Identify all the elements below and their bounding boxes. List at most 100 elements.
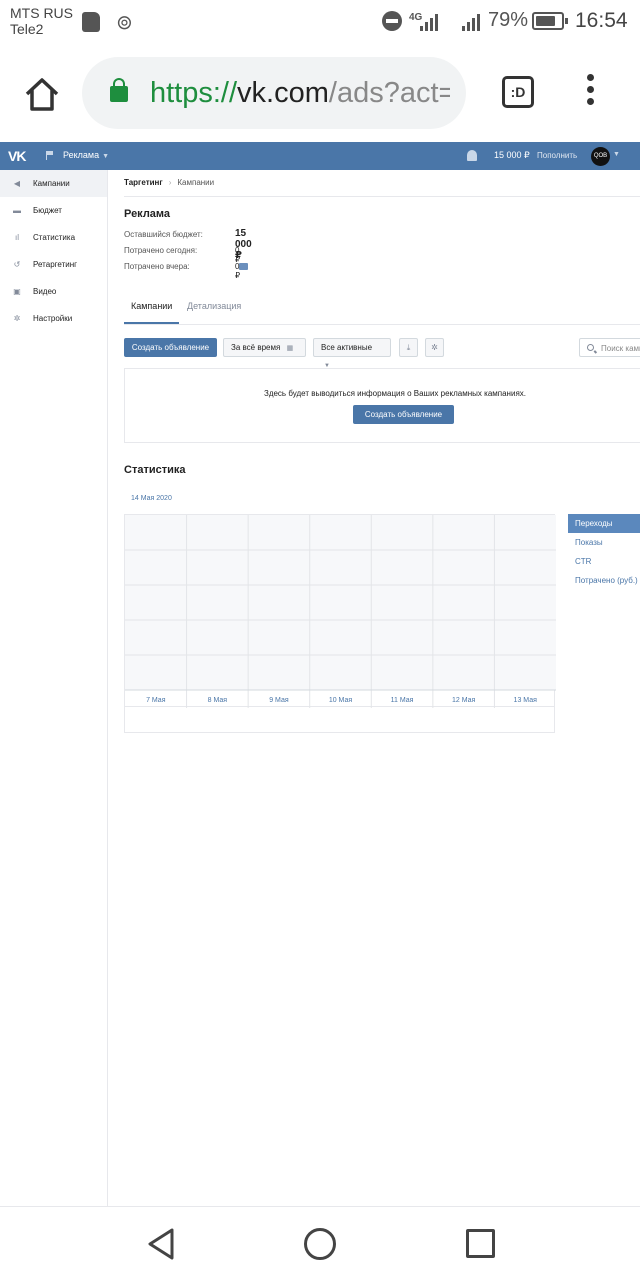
video-icon: ▣ xyxy=(13,287,21,296)
search-icon xyxy=(587,344,594,351)
chart-svg: 7 Мая 8 Мая 9 Мая 10 Мая 11 Мая 12 Мая 13 Мая xyxy=(125,515,556,708)
carrier-primary: MTS RUS xyxy=(10,5,73,21)
spent-today-row: Потрачено сегодня: 0 ₽ xyxy=(124,246,240,264)
divider xyxy=(124,324,640,325)
metric-option[interactable]: Потрачено (руб.) xyxy=(568,571,640,590)
x-tick-label: 8 Мая xyxy=(208,697,228,704)
vk-logo[interactable]: VK xyxy=(8,148,26,164)
tab-switcher-button[interactable]: :D xyxy=(502,76,534,108)
divider xyxy=(124,196,640,197)
section-title: Реклама xyxy=(63,150,100,160)
metric-option[interactable]: Переходы xyxy=(568,514,640,533)
sidebar-item-campaigns[interactable]: ◀ Кампании xyxy=(0,170,107,197)
x-tick-label: 12 Мая xyxy=(452,697,476,704)
chevron-down-icon: ▼ xyxy=(102,153,110,160)
calendar-icon: ▦ xyxy=(286,345,294,352)
more-menu-icon[interactable] xyxy=(584,74,596,112)
sidebar-item-budget[interactable]: ▬ Бюджет xyxy=(0,197,107,224)
address-bar[interactable]: https://vk.com/ads?act= xyxy=(82,57,466,129)
search-placeholder: Поиск кампаний xyxy=(601,344,640,353)
x-tick-label: 13 Мая xyxy=(514,697,538,704)
flag-icon xyxy=(46,151,54,160)
metric-selector: Переходы Показы CTR Потрачено (руб.) xyxy=(568,514,640,590)
signal-icon-secondary xyxy=(462,13,480,31)
budget-row: Оставшийся бюджет: 15 000 ₽ xyxy=(124,228,252,270)
empty-state-text: Здесь будет выводиться информация о Ваши… xyxy=(263,389,526,398)
signal-icon xyxy=(420,13,438,31)
url-scheme: https:// xyxy=(150,77,238,109)
topup-link[interactable]: Пополнить xyxy=(537,151,577,160)
statistics-date[interactable]: 14 Мая 2020 xyxy=(131,495,172,502)
status-filter-label: Все активные xyxy=(321,343,373,352)
megaphone-icon: ◀ xyxy=(13,179,21,188)
bell-icon[interactable] xyxy=(467,150,477,161)
create-ad-button[interactable]: Создать объявление xyxy=(124,338,217,357)
wallet-icon[interactable] xyxy=(239,262,248,270)
tab-campaigns[interactable]: Кампании xyxy=(131,301,172,311)
sidebar-item-label: Бюджет xyxy=(33,206,62,215)
spent-yesterday-row: Потрачено вчера: 0 ₽ xyxy=(124,262,240,280)
recents-icon[interactable] xyxy=(466,1229,495,1258)
statistics-title: Статистика xyxy=(124,464,186,476)
spent-today-label: Потрачено сегодня: xyxy=(124,246,198,255)
sidebar-item-video[interactable]: ▣ Видео xyxy=(0,278,107,305)
metric-option[interactable]: CTR xyxy=(568,552,640,571)
breadcrumb-current: Кампании xyxy=(177,178,215,187)
campaigns-empty-panel: Здесь будет выводиться информация о Ваши… xyxy=(124,368,640,443)
table-settings-button[interactable]: ✲ xyxy=(425,338,444,357)
download-icon: ⤓ xyxy=(406,343,411,352)
do-not-disturb-icon xyxy=(382,11,402,31)
sidebar-item-label: Ретаргетинг xyxy=(33,260,78,269)
spent-yesterday-value: 0 ₽ xyxy=(235,262,241,280)
gear-icon: ✲ xyxy=(431,343,438,352)
home-icon[interactable] xyxy=(22,74,62,114)
browser-toolbar: https://vk.com/ads?act= :D xyxy=(0,44,640,142)
bar-chart-icon: ıl xyxy=(15,233,19,242)
home-nav-icon[interactable] xyxy=(304,1228,336,1260)
clock: 16:54 xyxy=(575,9,628,32)
x-tick-label: 11 Мая xyxy=(391,697,414,704)
tab-details[interactable]: Детализация xyxy=(187,301,241,311)
lock-icon xyxy=(110,78,128,102)
sidebar-item-statistics[interactable]: ıl Статистика xyxy=(0,224,107,251)
chart-plot-area xyxy=(125,515,556,690)
hotspot-icon: ⊚ xyxy=(116,12,133,34)
section-switcher[interactable]: Реклама ▼ xyxy=(63,150,109,160)
x-tick-label: 10 Мая xyxy=(329,697,353,704)
search-input[interactable]: Поиск кампаний xyxy=(579,338,640,357)
status-bar: MTS RUS Tele2 ⊚ 4G 79% 16:54 xyxy=(0,0,640,44)
url-host: vk.com xyxy=(237,77,329,109)
battery-percent: 79% xyxy=(488,9,529,31)
header-balance: 15 000 ₽ xyxy=(494,150,530,160)
avatar[interactable]: QOB xyxy=(591,147,610,166)
gear-icon: ✲ xyxy=(13,314,21,323)
battery-fill xyxy=(536,16,555,26)
statistics-chart: 7 Мая 8 Мая 9 Мая 10 Мая 11 Мая 12 Мая 13 Мая xyxy=(124,514,556,708)
breadcrumb: Таргетинг › Кампании xyxy=(124,178,214,187)
retarget-icon: ↺ xyxy=(13,260,21,269)
download-button[interactable]: ⤓ xyxy=(399,338,418,357)
chevron-down-icon[interactable]: ▼ xyxy=(613,151,620,158)
sidebar-item-settings[interactable]: ✲ Настройки xyxy=(0,305,107,332)
create-ad-button-empty[interactable]: Создать объявление xyxy=(353,405,454,424)
period-label: За всё время xyxy=(231,343,281,352)
sd-card-icon xyxy=(82,12,100,32)
battery-icon xyxy=(532,12,568,30)
chevron-right-icon: › xyxy=(168,178,172,187)
status-filter-select[interactable]: Все активные ▼ xyxy=(313,338,391,369)
period-select[interactable]: За всё время ▦ xyxy=(223,338,306,357)
breadcrumb-root[interactable]: Таргетинг xyxy=(124,178,163,187)
url-text[interactable]: https://vk.com/ads?act= xyxy=(150,77,450,110)
chart-footer xyxy=(124,707,555,733)
navigation-bar xyxy=(0,1206,640,1280)
sidebar-item-label: Видео xyxy=(33,287,57,296)
x-tick-label: 9 Мая xyxy=(269,697,289,704)
back-icon[interactable] xyxy=(146,1227,176,1261)
url-path: /ads?act= xyxy=(328,77,450,109)
wallet-icon: ▬ xyxy=(13,206,21,215)
metric-option[interactable]: Показы xyxy=(568,533,640,552)
sidebar: ◀ Кампании ▬ Бюджет ıl Статистика ↺ Рета… xyxy=(0,170,108,1206)
sidebar-item-retargeting[interactable]: ↺ Ретаргетинг xyxy=(0,251,107,278)
carrier-secondary: Tele2 xyxy=(10,21,44,37)
spent-yesterday-label: Потрачено вчера: xyxy=(124,262,190,271)
